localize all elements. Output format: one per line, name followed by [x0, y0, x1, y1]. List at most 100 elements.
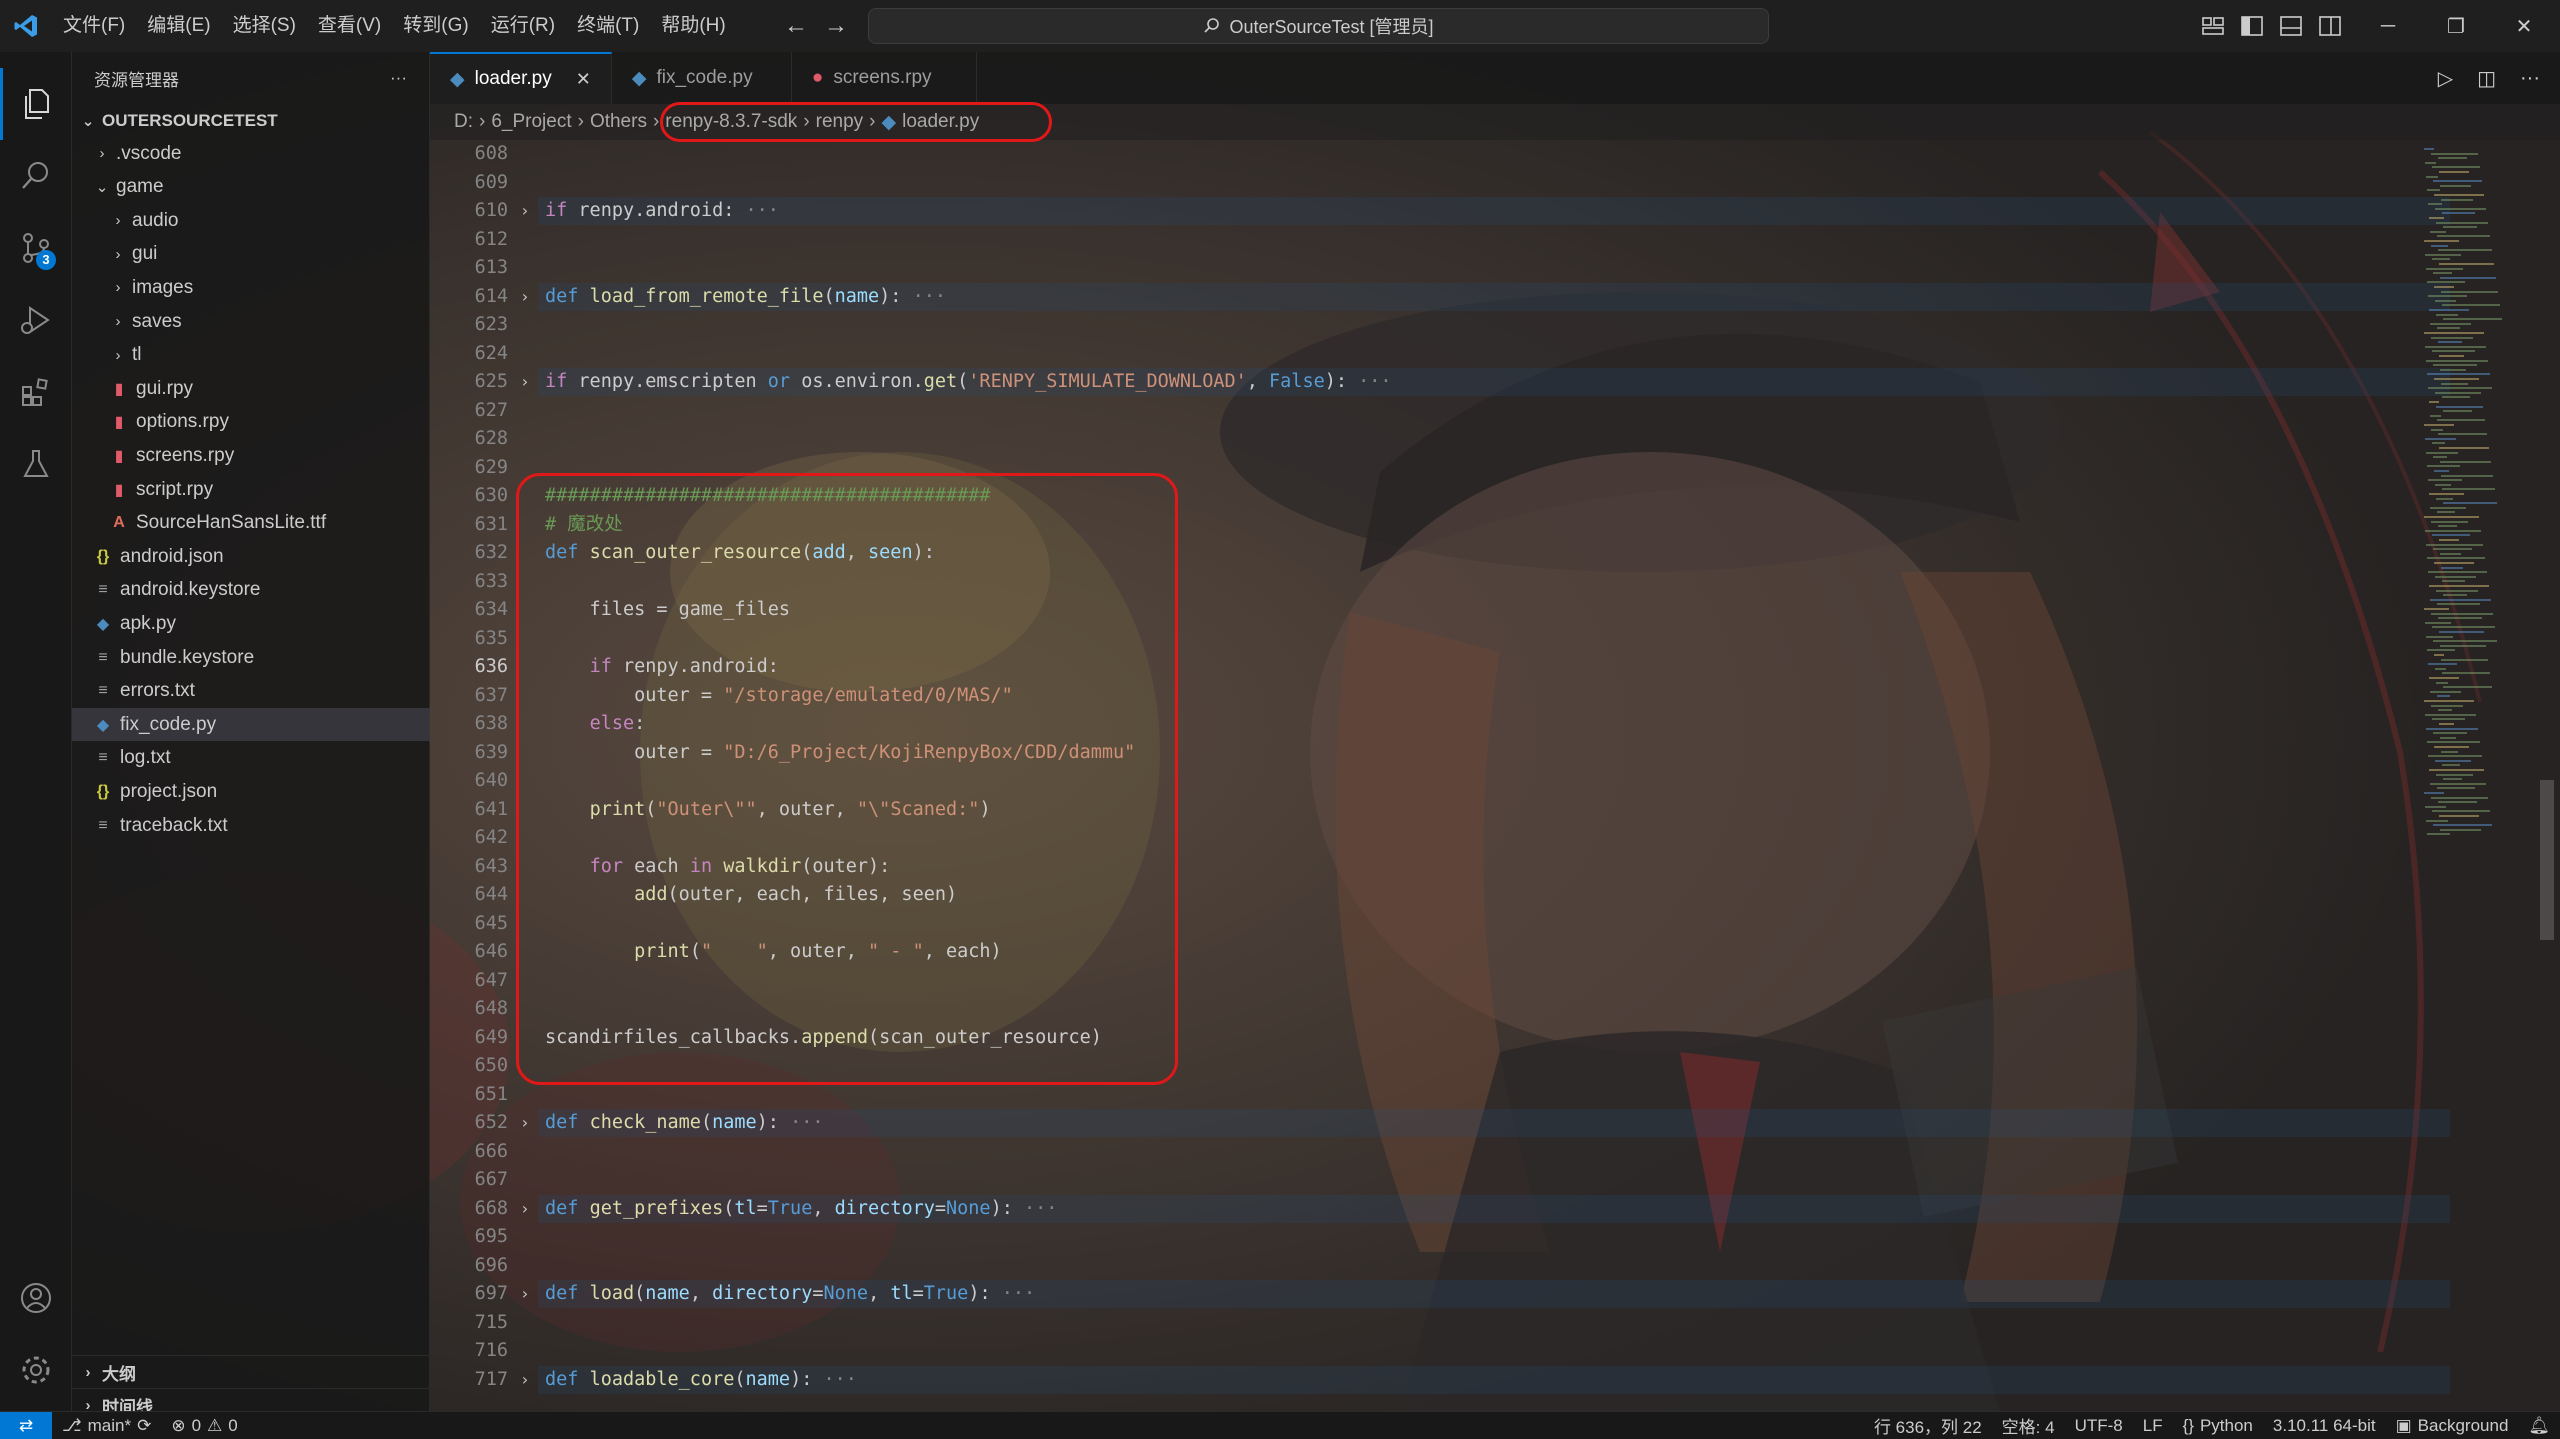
tree-item-bundle-keystore[interactable]: ≡ bundle.keystore [72, 641, 430, 674]
tree-item-gui[interactable]: › gui [72, 238, 430, 271]
vertical-scrollbar[interactable] [2540, 780, 2554, 940]
code-line[interactable]: 614 › def load_from_remote_file(name): ··· [430, 283, 2420, 311]
fold-chevron-icon[interactable]: › [520, 1280, 530, 1308]
tree-item-gui-rpy[interactable]: ▮ gui.rpy [72, 372, 430, 405]
tree-item-errors-txt[interactable]: ≡ errors.txt [72, 675, 430, 708]
code-line[interactable]: 650 [430, 1052, 2420, 1080]
code-line[interactable]: 666 [430, 1138, 2420, 1166]
code-line[interactable]: 631 # 魔改处 [430, 511, 2420, 539]
customize-layout-icon[interactable] [2200, 13, 2226, 39]
breadcrumb-item[interactable]: 6_Project [491, 111, 571, 133]
toggle-primary-sidebar-icon[interactable] [2239, 13, 2265, 39]
tab-fix-code-py[interactable]: ◆ fix_code.py [612, 52, 792, 104]
python-interpreter[interactable]: 3.10.11 64-bit [2263, 1416, 2386, 1436]
code-line[interactable]: 641 print("Outer\"", outer, "\"Scaned:") [430, 796, 2420, 824]
code-line[interactable]: 668 › def get_prefixes(tl=True, directory=… [430, 1195, 2420, 1223]
tree-item-audio[interactable]: › audio [72, 204, 430, 237]
fold-chevron-icon[interactable]: › [520, 1195, 530, 1223]
menu-terminal[interactable]: 终端(T) [566, 0, 650, 52]
workspace-root[interactable]: ⌄ OUTERSOURCETEST [72, 104, 430, 137]
tree-item-android-json[interactable]: {} android.json [72, 540, 430, 573]
testing-flask-icon[interactable] [0, 428, 72, 500]
folded-ellipsis[interactable]: ··· [812, 1369, 856, 1390]
outline-section[interactable]: › 大纲 [72, 1355, 430, 1388]
menu-edit[interactable]: 编辑(E) [136, 0, 221, 52]
menu-view[interactable]: 查看(V) [307, 0, 392, 52]
code-line[interactable]: 612 [430, 226, 2420, 254]
tree-item-script-rpy[interactable]: ▮ script.rpy [72, 473, 430, 506]
fold-chevron-icon[interactable]: › [520, 283, 530, 311]
code-line[interactable]: 637 outer = "/storage/emulated/0/MAS/" [430, 682, 2420, 710]
tree-item-traceback-txt[interactable]: ≡ traceback.txt [72, 809, 430, 842]
branch-indicator[interactable]: ⎇ main* ⟳ [52, 1416, 161, 1436]
folded-ellipsis[interactable]: ··· [1347, 371, 1391, 392]
code-line[interactable]: 634 files = game_files [430, 596, 2420, 624]
remote-indicator-icon[interactable]: ⇄ [0, 1411, 52, 1439]
search-sidebar-icon[interactable] [0, 140, 72, 212]
code-line[interactable]: 624 [430, 340, 2420, 368]
source-control-icon[interactable]: 3 [0, 212, 72, 284]
menu-selection[interactable]: 选择(S) [222, 0, 307, 52]
code-line[interactable]: 635 [430, 625, 2420, 653]
menu-help[interactable]: 帮助(H) [650, 0, 736, 52]
settings-gear-icon[interactable] [0, 1334, 72, 1406]
sync-icon[interactable]: ⟳ [137, 1416, 151, 1436]
menu-file[interactable]: 文件(F) [52, 0, 136, 52]
minimize-button[interactable]: ─ [2354, 0, 2422, 52]
run-debug-icon[interactable] [0, 284, 72, 356]
close-window-button[interactable]: ✕ [2490, 0, 2558, 52]
code-line[interactable]: 609 [430, 169, 2420, 197]
code-editor[interactable]: 608 609 610 › if renpy.android: ··· 612 613 614… [430, 140, 2450, 1410]
tree-item-fix-code-py[interactable]: ◆ fix_code.py [72, 708, 430, 742]
folded-ellipsis[interactable]: ··· [991, 1283, 1035, 1304]
code-line[interactable]: 667 [430, 1166, 2420, 1194]
folded-ellipsis[interactable]: ··· [779, 1112, 823, 1133]
fold-chevron-icon[interactable]: › [520, 1109, 530, 1137]
toggle-secondary-sidebar-icon[interactable] [2317, 13, 2343, 39]
breadcrumb-item[interactable]: Others [590, 111, 647, 133]
code-line[interactable]: 627 [430, 397, 2420, 425]
code-line[interactable]: 632 def scan_outer_resource(add, seen): [430, 539, 2420, 567]
code-line[interactable]: 646 print(" ", outer, " - ", each) [430, 938, 2420, 966]
breadcrumb-item[interactable]: renpy [816, 111, 864, 133]
folded-ellipsis[interactable]: ··· [901, 286, 946, 307]
code-line[interactable]: 643 for each in walkdir(outer): [430, 853, 2420, 881]
code-line[interactable]: 642 [430, 824, 2420, 852]
close-tab-icon[interactable]: ✕ [576, 69, 591, 90]
tree-item-images[interactable]: › images [72, 271, 430, 304]
breadcrumb-item[interactable]: renpy-8.3.7-sdk [665, 111, 797, 133]
code-line[interactable]: 717 › def loadable_core(name): ··· [430, 1366, 2420, 1394]
command-center[interactable]: OuterSourceTest [管理员] [868, 8, 1769, 44]
fold-chevron-icon[interactable]: › [520, 368, 530, 396]
fold-chevron-icon[interactable]: › [520, 197, 530, 225]
run-file-icon[interactable]: ▷ [2438, 66, 2453, 91]
code-line[interactable]: 697 › def load(name, directory=None, tl=Tr… [430, 1280, 2420, 1308]
extensions-icon[interactable] [0, 356, 72, 428]
code-line[interactable]: 716 [430, 1337, 2420, 1365]
minimap[interactable] [2420, 140, 2540, 1410]
tab-screens-rpy[interactable]: ● screens.rpy [792, 52, 977, 104]
tree-item--vscode[interactable]: › .vscode [72, 137, 430, 170]
code-line[interactable]: 613 [430, 254, 2420, 282]
code-line[interactable]: 715 [430, 1309, 2420, 1337]
code-line[interactable]: 633 [430, 568, 2420, 596]
code-line[interactable]: 639 outer = "D:/6_Project/KojiRenpyBox/C… [430, 739, 2420, 767]
tree-item-sourcehansanslite-ttf[interactable]: A SourceHanSansLite.ttf [72, 507, 430, 540]
explorer-icon[interactable] [0, 68, 72, 140]
code-line[interactable]: 644 add(outer, each, files, seen) [430, 881, 2420, 909]
tree-item-screens-rpy[interactable]: ▮ screens.rpy [72, 439, 430, 472]
menu-go[interactable]: 转到(G) [392, 0, 479, 52]
code-line[interactable]: 652 › def check_name(name): ··· [430, 1109, 2420, 1137]
tree-item-game[interactable]: ⌄ game [72, 171, 430, 204]
fold-chevron-icon[interactable]: › [520, 1366, 530, 1394]
end-of-line[interactable]: LF [2133, 1416, 2173, 1436]
code-line[interactable]: 695 [430, 1223, 2420, 1251]
code-line[interactable]: 610 › if renpy.android: ··· [430, 197, 2420, 225]
folded-ellipsis[interactable]: ··· [1013, 1198, 1057, 1219]
code-line[interactable]: 638 else: [430, 710, 2420, 738]
toggle-panel-icon[interactable] [2278, 13, 2304, 39]
tree-item-apk-py[interactable]: ◆ apk.py [72, 607, 430, 640]
code-line[interactable]: 647 [430, 967, 2420, 995]
breadcrumb-item[interactable]: D: [454, 111, 473, 133]
code-line[interactable]: 696 [430, 1252, 2420, 1280]
